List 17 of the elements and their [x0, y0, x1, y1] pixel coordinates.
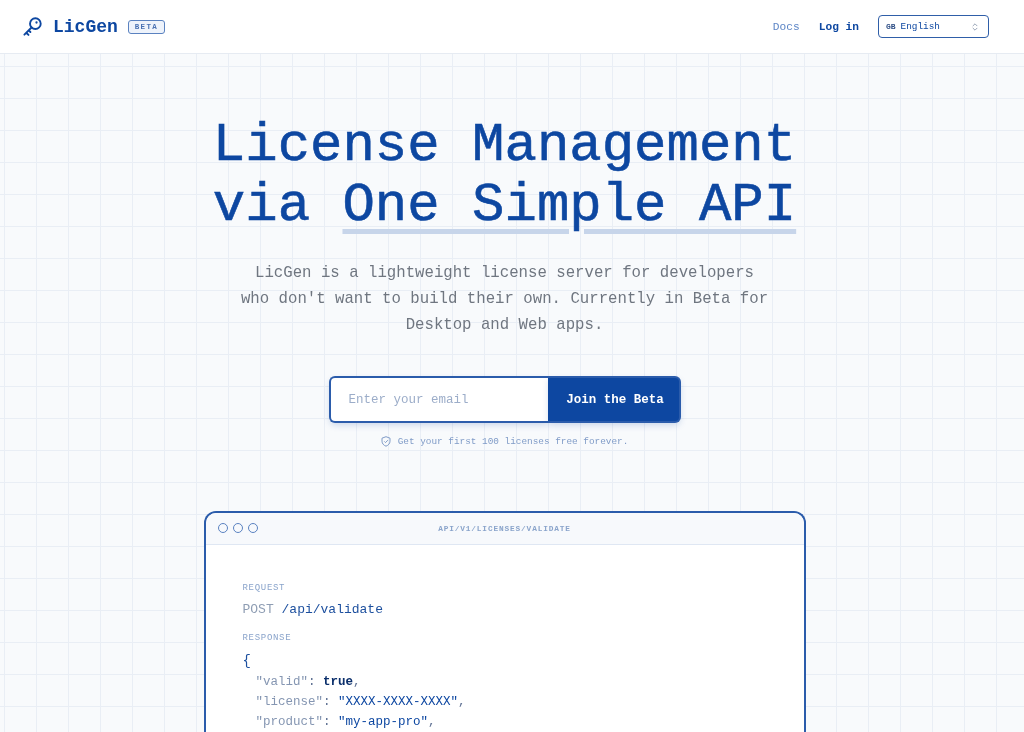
code-line: "valid": true,: [255, 674, 362, 691]
response-label: RESPONSE: [242, 633, 293, 643]
code-line: {: [242, 652, 252, 671]
code-line: "product": "my-app-pro",: [255, 714, 437, 731]
language-select[interactable]: GB English: [878, 15, 989, 38]
nav-link[interactable]: Docs: [772, 20, 800, 33]
request-line: POST /api/validate: [242, 602, 384, 617]
request-label: REQUEST: [242, 583, 287, 593]
key-icon: [22, 16, 43, 37]
shield-check-icon: [380, 436, 391, 447]
code-line: "license": "XXXX-XXXX-XXXX",: [255, 694, 467, 711]
free-licenses-note: Get your first 100 licenses free forever.: [397, 436, 629, 447]
nav-link[interactable]: Log in: [818, 20, 859, 33]
logo-text[interactable]: LicGen: [53, 16, 118, 37]
hero-heading: License Management via One Simple API: [211, 116, 798, 236]
chevron-updown-icon: [972, 21, 978, 32]
hero-description: LicGen is a lightweight license server for developers who don't want to build their own. Currently in Beta for Desktop and Web apps.: [239, 263, 770, 336]
